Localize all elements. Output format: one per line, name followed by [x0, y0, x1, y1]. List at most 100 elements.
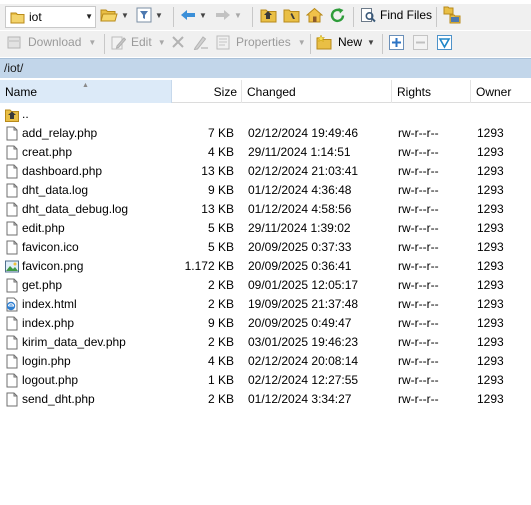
home-directory-button[interactable]: [306, 4, 323, 26]
file-rights: rw-r--r--: [398, 183, 439, 197]
select-all-button[interactable]: [437, 31, 452, 53]
document-icon: [6, 240, 18, 255]
document-icon: [6, 335, 18, 350]
parent-directory-row[interactable]: ..: [0, 105, 531, 124]
delete-button[interactable]: [171, 31, 185, 53]
folder-selector-label: iot: [29, 10, 42, 24]
file-size: 9 KB: [207, 183, 234, 197]
file-row[interactable]: favicon.ico 5 KB 20/09/2025 0:37:33 rw-r…: [0, 238, 531, 257]
file-changed: 01/12/2024 3:34:27: [248, 392, 352, 406]
file-size: 9 KB: [207, 316, 234, 330]
properties-button[interactable]: Properties ▼: [216, 31, 306, 53]
synchronize-button[interactable]: [443, 4, 461, 26]
properties-label: Properties: [236, 35, 291, 49]
file-owner: 1293: [477, 297, 504, 311]
file-list-header: ▲ Name Size Changed Rights Owner: [0, 80, 531, 103]
refresh-button[interactable]: [329, 4, 346, 26]
column-header-changed-label: Changed: [247, 85, 296, 99]
file-name: dht_data_debug.log: [22, 202, 129, 216]
file-row[interactable]: index.php 9 KB 20/09/2025 0:49:47 rw-r--…: [0, 314, 531, 333]
file-size: 13 KB: [201, 164, 234, 178]
chevron-down-icon[interactable]: ▼: [121, 11, 129, 20]
download-button[interactable]: Download ▼: [6, 31, 96, 53]
file-rights: rw-r--r--: [398, 316, 439, 330]
select-files-button[interactable]: [389, 31, 404, 53]
chevron-down-icon[interactable]: ▼: [234, 11, 242, 20]
back-button[interactable]: ▼: [180, 4, 207, 26]
chevron-down-icon[interactable]: ▼: [88, 38, 96, 47]
folder-icon: [10, 12, 25, 24]
chevron-down-icon[interactable]: ▼: [155, 11, 163, 20]
download-label: Download: [28, 35, 82, 49]
edit-button[interactable]: Edit ▼: [111, 31, 166, 53]
column-header-name-label: Name: [5, 85, 38, 99]
file-owner: 1293: [477, 278, 504, 292]
current-path: /iot/: [0, 58, 531, 78]
new-button[interactable]: New ▼: [316, 31, 375, 53]
chevron-down-icon[interactable]: ▼: [298, 38, 306, 47]
html-icon: [6, 297, 18, 312]
document-icon: [6, 164, 18, 179]
document-icon: [6, 373, 18, 388]
file-row[interactable]: login.php 4 KB 02/12/2024 20:08:14 rw-r-…: [0, 352, 531, 371]
find-files-button[interactable]: Find Files: [360, 4, 432, 26]
file-owner: 1293: [477, 164, 504, 178]
toolbar-separator: [382, 34, 383, 54]
file-name: index.html: [22, 297, 77, 311]
file-name: dashboard.php: [22, 164, 103, 178]
file-owner: 1293: [477, 373, 504, 387]
file-row[interactable]: send_dht.php 2 KB 01/12/2024 3:34:27 rw-…: [0, 390, 531, 409]
file-row[interactable]: edit.php 5 KB 29/11/2024 1:39:02 rw-r--r…: [0, 219, 531, 238]
file-name: login.php: [22, 354, 71, 368]
file-changed: 20/09/2025 0:49:47: [248, 316, 352, 330]
root-directory-button[interactable]: [283, 4, 300, 26]
file-toolbar: Download ▼ Edit ▼ Properties ▼ New ▼: [0, 31, 531, 57]
column-header-name[interactable]: ▲ Name: [0, 80, 172, 103]
chevron-down-icon[interactable]: ▼: [85, 12, 93, 21]
rename-button[interactable]: [193, 31, 209, 53]
file-row[interactable]: add_relay.php 7 KB 02/12/2024 19:49:46 r…: [0, 124, 531, 143]
file-row[interactable]: creat.php 4 KB 29/11/2024 1:14:51 rw-r--…: [0, 143, 531, 162]
document-icon: [6, 392, 18, 407]
column-header-rights[interactable]: Rights: [392, 80, 471, 103]
file-owner: 1293: [477, 259, 504, 273]
column-header-size[interactable]: Size: [172, 80, 242, 103]
file-row[interactable]: get.php 2 KB 09/01/2025 12:05:17 rw-r--r…: [0, 276, 531, 295]
chevron-down-icon[interactable]: ▼: [199, 11, 207, 20]
file-size: 1 KB: [207, 373, 234, 387]
column-header-owner[interactable]: Owner: [471, 80, 531, 103]
document-icon: [6, 221, 18, 236]
delete-icon: [172, 36, 184, 48]
file-size: 1.172 KB: [184, 259, 234, 273]
file-name: ..: [22, 107, 29, 121]
forward-button[interactable]: ▼: [215, 4, 242, 26]
file-owner: 1293: [477, 392, 504, 406]
chevron-down-icon[interactable]: ▼: [367, 38, 375, 47]
sort-ascending-icon: ▲: [82, 82, 89, 89]
file-changed: 20/09/2025 0:37:33: [248, 240, 352, 254]
open-directory-button[interactable]: ▼: [100, 4, 129, 26]
file-row[interactable]: logout.php 1 KB 02/12/2024 12:27:55 rw-r…: [0, 371, 531, 390]
file-changed: 20/09/2025 0:36:41: [248, 259, 352, 273]
parent-directory-button[interactable]: [260, 4, 277, 26]
file-row[interactable]: dht_data_debug.log 13 KB 01/12/2024 4:58…: [0, 200, 531, 219]
file-changed: 19/09/2025 21:37:48: [248, 297, 359, 311]
folder-selector[interactable]: iot ▼: [5, 6, 96, 28]
filter-button[interactable]: ▼: [136, 4, 163, 26]
file-size: 2 KB: [207, 278, 234, 292]
file-owner: 1293: [477, 145, 504, 159]
file-row[interactable]: dht_data.log 9 KB 01/12/2024 4:36:48 rw-…: [0, 181, 531, 200]
chevron-down-icon[interactable]: ▼: [158, 38, 166, 47]
file-row[interactable]: dashboard.php 13 KB 02/12/2024 21:03:41 …: [0, 162, 531, 181]
file-row[interactable]: favicon.png 1.172 KB 20/09/2025 0:36:41 …: [0, 257, 531, 276]
file-row[interactable]: index.html 2 KB 19/09/2025 21:37:48 rw-r…: [0, 295, 531, 314]
unselect-files-button[interactable]: [413, 31, 428, 53]
file-rights: rw-r--r--: [398, 145, 439, 159]
file-owner: 1293: [477, 354, 504, 368]
document-icon: [6, 202, 18, 217]
remote-toolbar: iot ▼ ▼ ▼ ▼ ▼ Find Files: [0, 4, 531, 30]
column-header-changed[interactable]: Changed: [242, 80, 392, 103]
new-label: New: [338, 35, 363, 49]
file-row[interactable]: kirim_data_dev.php 2 KB 03/01/2025 19:46…: [0, 333, 531, 352]
file-name: add_relay.php: [22, 126, 98, 140]
